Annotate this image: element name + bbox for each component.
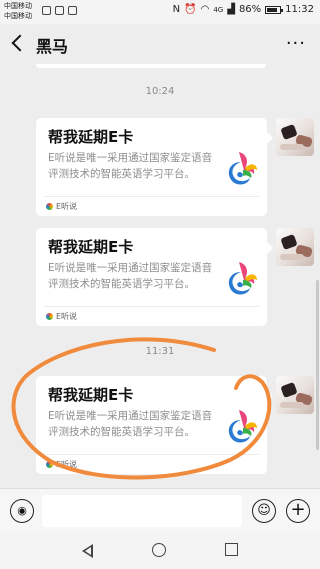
input-bar: ◉ ☺ + <box>0 488 320 533</box>
more-options-icon[interactable]: ··· <box>286 33 306 54</box>
card-title: 帮我延期E卡 <box>48 386 134 404</box>
nav-recent-apps-icon[interactable] <box>225 543 238 556</box>
voice-icon[interactable]: ◉ <box>10 499 34 523</box>
source-app-icon <box>46 203 53 210</box>
signal-icon: ▟ <box>227 4 235 15</box>
card-description: E听说是唯一采用通过国家鉴定语音评测技术的智能英语学习平台。 <box>48 152 213 180</box>
nav-back-icon[interactable] <box>82 544 93 558</box>
nav-home-icon[interactable] <box>152 543 166 557</box>
back-icon[interactable] <box>8 32 26 54</box>
plus-icon[interactable]: + <box>286 499 310 523</box>
nfc-icon: N <box>172 4 181 15</box>
shared-link-card[interactable]: 帮我延期E卡 E听说是唯一采用通过国家鉴定语音评测技术的智能英语学习平台。 E听… <box>36 228 273 326</box>
etingshuo-logo-icon <box>228 152 257 185</box>
card-divider <box>44 454 259 455</box>
shared-link-card[interactable]: 帮我延期E卡 E听说是唯一采用通过国家鉴定语音评测技术的智能英语学习平台。 E听… <box>36 118 273 216</box>
emoji-icon[interactable]: ☺ <box>252 499 276 523</box>
timestamp: 11:31 <box>145 346 175 357</box>
source-app-icon <box>46 461 53 468</box>
message-input[interactable] <box>42 495 242 527</box>
chat-title: 黑马 <box>36 37 69 56</box>
battery-icon <box>265 5 284 14</box>
battery-percent: 86% <box>238 4 262 15</box>
notification-icons <box>42 6 77 15</box>
card-description: E听说是唯一采用通过国家鉴定语音评测技术的智能英语学习平台。 <box>48 262 213 290</box>
card-title: 帮我延期E卡 <box>48 128 134 146</box>
chat-bubble-icon <box>68 6 77 15</box>
alarm-icon: ⏰ <box>184 4 197 15</box>
timestamp: 10:24 <box>145 86 175 97</box>
card-source: E听说 <box>46 459 77 470</box>
message-list[interactable]: 10:24 帮我延期E卡 E听说是唯一采用通过国家鉴定语音评测技术的智能英语学习… <box>0 64 320 488</box>
card-source: E听说 <box>46 311 77 322</box>
card-description: E听说是唯一采用通过国家鉴定语音评测技术的智能英语学习平台。 <box>48 410 213 438</box>
clock: 11:32 <box>285 4 314 15</box>
notification-icon <box>42 6 51 15</box>
chat-header: 黑马 ··· <box>0 24 320 64</box>
etingshuo-logo-icon <box>228 262 257 295</box>
avatar[interactable] <box>276 228 314 266</box>
source-app-icon <box>46 313 53 320</box>
card-source-label: E听说 <box>56 202 78 211</box>
carrier-label-1: 中国移动 <box>4 2 32 10</box>
system-nav-bar <box>0 532 320 569</box>
status-right: N ⏰ ◠ 4G ▟ 86% 11:32 <box>173 4 314 15</box>
avatar[interactable] <box>276 118 314 156</box>
card-divider <box>44 196 259 197</box>
signal-label: 4G <box>213 5 224 14</box>
scrollbar[interactable] <box>316 280 319 450</box>
shared-link-card[interactable]: 帮我延期E卡 E听说是唯一采用通过国家鉴定语音评测技术的智能英语学习平台。 E听… <box>36 376 273 474</box>
etingshuo-logo-icon <box>228 410 257 443</box>
app-icon <box>55 6 64 15</box>
wifi-icon: ◠ <box>200 4 210 15</box>
card-divider <box>44 306 259 307</box>
card-source-label: E听说 <box>56 312 78 321</box>
previous-message-card[interactable] <box>36 64 266 68</box>
status-bar: 中国移动 中国移动 N ⏰ ◠ 4G ▟ 86% 11:32 <box>0 0 320 24</box>
card-source: E听说 <box>46 201 77 212</box>
avatar[interactable] <box>276 376 314 414</box>
card-source-label: E听说 <box>56 460 78 469</box>
carrier-label-2: 中国移动 <box>4 12 32 20</box>
card-title: 帮我延期E卡 <box>48 238 134 256</box>
